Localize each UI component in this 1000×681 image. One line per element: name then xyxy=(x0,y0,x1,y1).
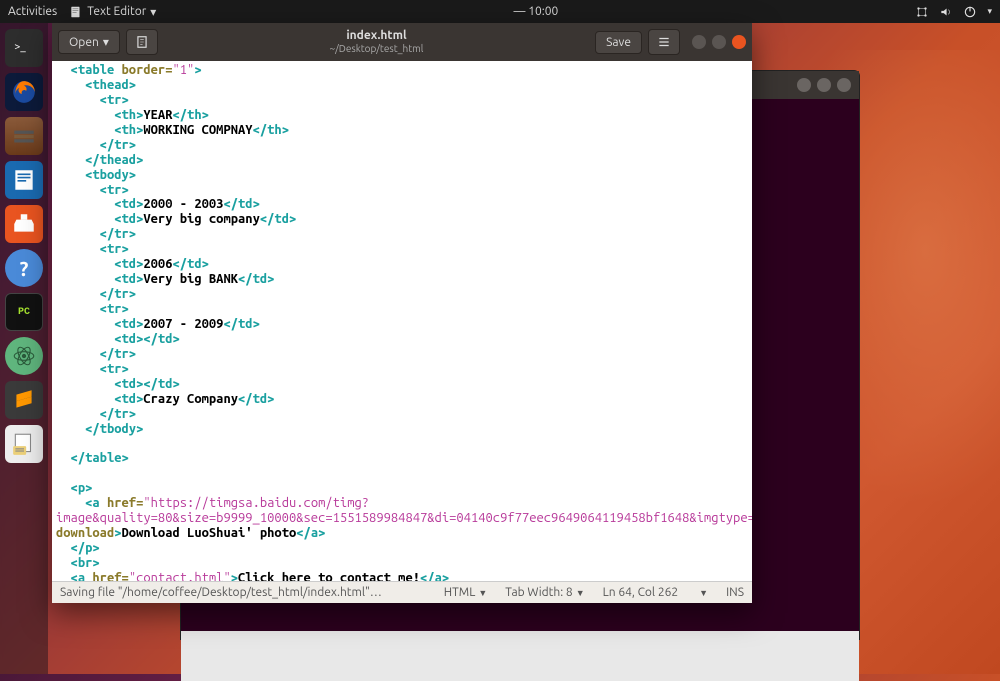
window-subtitle: ~/Desktop/test_html xyxy=(164,43,589,55)
status-message: Saving file "/home/coffee/Desktop/test_h… xyxy=(60,586,426,599)
maximize-button[interactable] xyxy=(712,35,726,49)
chevron-down-icon[interactable]: ▼ xyxy=(699,588,708,598)
dock: >_ ? PC xyxy=(0,23,48,674)
power-icon[interactable] xyxy=(963,5,977,19)
network-icon[interactable] xyxy=(915,5,929,19)
libreoffice-writer-icon[interactable] xyxy=(5,161,43,199)
hamburger-icon xyxy=(657,35,671,49)
app-menu[interactable]: Text Editor ▾ xyxy=(69,5,156,19)
clock[interactable]: — 10:00 xyxy=(156,5,915,18)
status-bar: Saving file "/home/coffee/Desktop/test_h… xyxy=(52,581,752,603)
close-button[interactable] xyxy=(837,78,851,92)
editor-header: Open ▾ index.html ~/Desktop/test_html Sa… xyxy=(52,23,752,61)
editor-text-area[interactable]: <table border="1"> <thead> <tr> <th>YEAR… xyxy=(52,61,752,581)
window-title: index.html xyxy=(164,29,589,43)
open-button-label: Open xyxy=(69,36,99,49)
atom-icon[interactable] xyxy=(5,337,43,375)
new-document-button[interactable] xyxy=(126,29,158,55)
text-editor-window: Open ▾ index.html ~/Desktop/test_html Sa… xyxy=(52,23,752,603)
maximize-button[interactable] xyxy=(817,78,831,92)
text-editor-icon xyxy=(69,5,83,19)
open-button[interactable]: Open ▾ xyxy=(58,30,120,54)
minimize-button[interactable] xyxy=(692,35,706,49)
chevron-down-icon[interactable]: ▾ xyxy=(987,6,992,17)
insert-mode[interactable]: INS xyxy=(726,586,744,599)
tabwidth-selector[interactable]: Tab Width: 8▼ xyxy=(505,586,584,599)
app-menu-label: Text Editor xyxy=(87,5,146,18)
ubuntu-software-icon[interactable] xyxy=(5,205,43,243)
cursor-position: Ln 64, Col 262 xyxy=(603,586,679,599)
help-icon[interactable]: ? xyxy=(5,249,43,287)
chevron-down-icon: ▾ xyxy=(103,35,109,49)
firefox-icon[interactable] xyxy=(5,73,43,111)
minimize-button[interactable] xyxy=(797,78,811,92)
gedit-icon[interactable] xyxy=(5,425,43,463)
volume-icon[interactable] xyxy=(939,5,953,19)
close-button[interactable] xyxy=(732,35,746,49)
hamburger-menu-button[interactable] xyxy=(648,29,680,55)
language-selector[interactable]: HTML▼ xyxy=(444,586,488,599)
files-icon[interactable] xyxy=(5,117,43,155)
sublime-icon[interactable] xyxy=(5,381,43,419)
top-bar: Activities Text Editor ▾ — 10:00 ▾ xyxy=(0,0,1000,23)
svg-text:>_: >_ xyxy=(14,41,26,53)
activities-button[interactable]: Activities xyxy=(8,5,57,18)
terminal-icon[interactable]: >_ xyxy=(5,29,43,67)
document-icon xyxy=(135,35,149,49)
pycharm-icon[interactable]: PC xyxy=(5,293,43,331)
save-button[interactable]: Save xyxy=(595,31,642,54)
